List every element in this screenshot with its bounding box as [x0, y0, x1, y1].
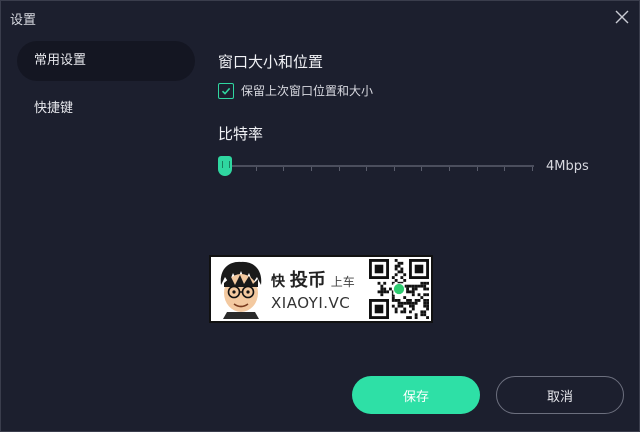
slider-tick: [255, 167, 257, 171]
watermark-line1-c: 上车: [330, 275, 355, 289]
cancel-button-label: 取消: [546, 389, 573, 405]
bitrate-section-title: 比特率: [218, 125, 264, 143]
slider-tick: [476, 167, 478, 171]
slider-tick: [310, 167, 312, 171]
cancel-button[interactable]: 取消: [496, 376, 624, 414]
watermark-banner: 快 投币 上车 XIAOYI.VC: [209, 255, 433, 323]
watermark-line1-b: 投币: [289, 270, 326, 291]
bitrate-value: 4Mbps: [546, 159, 589, 174]
title-bar: 设置: [1, 1, 639, 35]
slider-tick: [393, 167, 395, 171]
slider-tick: [366, 167, 368, 171]
window-title: 设置: [10, 13, 37, 28]
checkmark-icon: [221, 87, 231, 95]
close-icon[interactable]: [615, 10, 629, 24]
slider-tick: [449, 167, 451, 171]
slider-track[interactable]: [226, 165, 534, 167]
remember-position-label: 保留上次窗口位置和大小: [241, 84, 374, 98]
watermark-line1: 快 投币 上车: [271, 266, 355, 292]
sidebar-item-label: 常用设置: [34, 53, 87, 68]
sidebar-item-shortcuts[interactable]: 快捷键: [17, 89, 195, 129]
close-button[interactable]: [611, 6, 633, 28]
slider-tick: [283, 167, 285, 171]
sidebar-item-general[interactable]: 常用设置: [17, 41, 195, 81]
window-section-title: 窗口大小和位置: [218, 53, 324, 71]
save-button[interactable]: 保存: [352, 376, 480, 414]
slider-thumb[interactable]: [218, 156, 232, 176]
sidebar-item-label: 快捷键: [34, 101, 74, 116]
qr-code-icon: [369, 259, 429, 319]
slider-tick: [338, 167, 340, 171]
slider-tick: [532, 167, 533, 171]
remember-position-row[interactable]: 保留上次窗口位置和大小: [218, 82, 373, 99]
save-button-label: 保存: [402, 389, 429, 405]
slider-tick: [504, 167, 506, 171]
slider-tick: [421, 167, 423, 171]
remember-position-checkbox[interactable]: [218, 82, 234, 99]
bitrate-slider[interactable]: [218, 156, 534, 176]
watermark-line2: XIAOYI.VC: [271, 294, 351, 312]
settings-window: 设置 常用设置 快捷键 窗口大小和位置 保留上次窗口位置和大小 比特率 4Mbp…: [0, 0, 640, 432]
sidebar: 常用设置 快捷键: [17, 41, 195, 137]
watermark-line1-a: 快: [271, 274, 285, 290]
cartoon-avatar-icon: [220, 261, 262, 319]
